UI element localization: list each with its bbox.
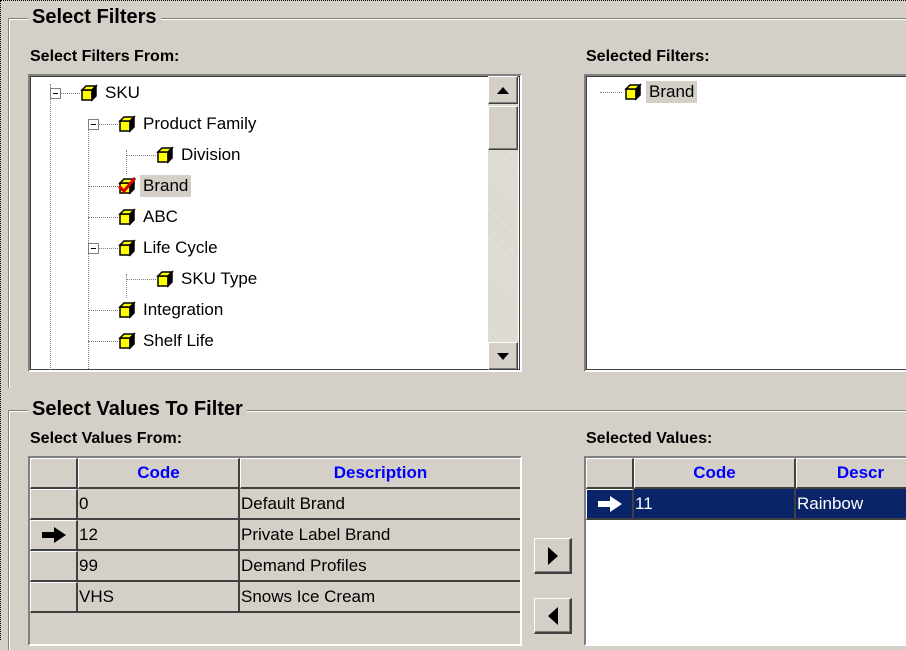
selected-filters-label: Selected Filters: [586, 48, 710, 65]
collapse-toggle[interactable] [88, 119, 99, 130]
selected-filters-list[interactable]: Brand [584, 74, 906, 372]
tree-scrollbar[interactable] [488, 76, 518, 370]
selected-values-grid[interactable]: Code Descr 11 Rainbow [584, 456, 906, 646]
row-selector[interactable] [30, 489, 78, 520]
triangle-left-icon [547, 606, 558, 625]
grid-corner [586, 458, 634, 489]
yellow-cube-icon [156, 146, 174, 164]
tree-node-label: Product Family [143, 114, 257, 133]
arrow-right-icon [597, 496, 622, 512]
cell-description[interactable]: Default Brand [240, 489, 520, 520]
tree-node-label: Brand [140, 175, 192, 197]
selected-values-label: Selected Values: [586, 430, 713, 447]
cell-description[interactable]: Snows Ice Cream [240, 582, 520, 613]
tree-node[interactable]: Brand [118, 175, 192, 197]
tree-node-label: Shelf Life [143, 331, 214, 350]
tree-node-label: SKU Type [181, 269, 258, 288]
select-values-from-label: Select Values From: [30, 430, 183, 447]
row-selector[interactable] [30, 520, 78, 551]
tree-node[interactable]: Product Family [118, 113, 259, 135]
yellow-cube-icon [156, 270, 174, 288]
yellow-cube-icon [118, 239, 136, 257]
add-value-button[interactable] [534, 538, 572, 574]
yellow-cube-icon [118, 301, 136, 319]
cell-description[interactable]: Demand Profiles [240, 551, 520, 582]
triangle-down-icon [497, 352, 509, 360]
collapse-toggle[interactable] [50, 88, 61, 99]
yellow-cube-icon [624, 83, 642, 101]
cell-code[interactable]: 11 [634, 489, 796, 520]
tree-node[interactable]: Life Cycle [118, 237, 221, 259]
cell-code[interactable]: VHS [78, 582, 240, 613]
tree-node[interactable]: Integration [118, 299, 226, 321]
row-selector[interactable] [30, 582, 78, 613]
window-border-top [0, 0, 906, 1]
tree-node-label: Integration [143, 300, 224, 319]
remove-value-button[interactable] [534, 598, 572, 634]
selected-filter-label: Brand [646, 81, 698, 103]
select-filters-title: Select Filters [28, 6, 161, 29]
tree-node[interactable]: Shelf Life [118, 330, 217, 352]
cell-code[interactable]: 12 [78, 520, 240, 551]
scroll-thumb[interactable] [488, 106, 518, 150]
collapse-toggle[interactable] [88, 243, 99, 254]
tree-node[interactable]: Division [156, 144, 244, 166]
cell-description[interactable]: Rainbow [796, 489, 906, 520]
tree-node[interactable]: SKU [80, 82, 143, 104]
selected-filter-item[interactable]: Brand [624, 81, 698, 103]
window-border-left [0, 0, 1, 640]
column-header-description[interactable]: Descr [796, 458, 906, 489]
yellow-cube-icon [118, 115, 136, 133]
grid-corner [30, 458, 78, 489]
yellow-cube-icon [118, 332, 136, 350]
arrow-right-icon [41, 527, 66, 543]
cell-code[interactable]: 0 [78, 489, 240, 520]
row-selector[interactable] [586, 489, 634, 520]
column-header-code[interactable]: Code [78, 458, 240, 489]
scroll-up-button[interactable] [488, 76, 518, 104]
select-values-title: Select Values To Filter [28, 398, 247, 421]
tree-node[interactable]: SKU Type [156, 268, 260, 290]
triangle-up-icon [497, 86, 509, 94]
column-header-description[interactable]: Description [240, 458, 520, 489]
checked-cube-icon [118, 177, 136, 195]
yellow-cube-icon [80, 84, 98, 102]
cell-code[interactable]: 99 [78, 551, 240, 582]
tree-node[interactable]: ABC [118, 206, 181, 228]
column-header-code[interactable]: Code [634, 458, 796, 489]
filters-tree[interactable]: SKU Product Family Division Brand ABC Life Cy… [28, 74, 522, 372]
scroll-down-button[interactable] [488, 342, 518, 370]
select-filters-from-label: Select Filters From: [30, 48, 180, 65]
tree-node-label: SKU [105, 83, 140, 102]
row-selector[interactable] [30, 551, 78, 582]
cell-description[interactable]: Private Label Brand [240, 520, 520, 551]
tree-node-label: Division [181, 145, 241, 164]
triangle-right-icon [547, 546, 558, 565]
tree-node-label: ABC [143, 207, 178, 226]
values-grid[interactable]: Code Description 0 Default Brand 12 Private… [28, 456, 522, 646]
yellow-cube-icon [118, 208, 136, 226]
tree-node-label: Life Cycle [143, 238, 218, 257]
